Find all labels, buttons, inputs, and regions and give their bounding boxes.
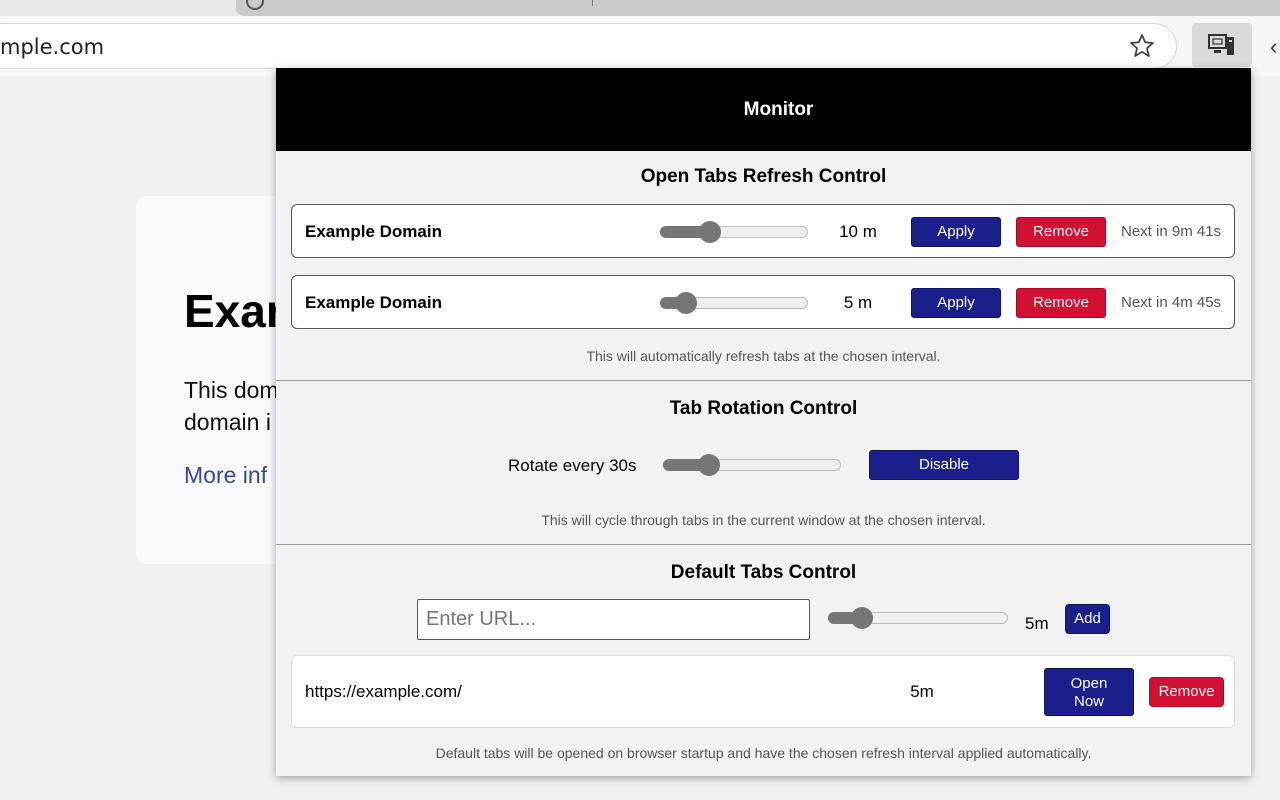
defaults-section-title: Default Tabs Control — [670, 562, 857, 583]
rotation-interval-slider[interactable] — [663, 454, 841, 476]
next-refresh-countdown: Next in 4m 45s — [1121, 294, 1222, 311]
refresh-interval-value: 5 m — [843, 293, 873, 312]
tab-favicon-icon — [246, 0, 264, 10]
rotation-disable-button[interactable]: Disable — [869, 450, 1019, 480]
apply-button[interactable]: Apply — [911, 288, 1001, 318]
url-input[interactable] — [417, 599, 810, 640]
refresh-row-name: Example Domain — [305, 293, 442, 312]
refresh-row: Example Domain 10 m Apply Remove Next in… — [291, 204, 1235, 258]
section-divider — [276, 544, 1251, 545]
default-tab-url: https://example.com/ — [305, 682, 462, 701]
page-title: Exar — [184, 285, 284, 337]
next-refresh-countdown: Next in 9m 41s — [1121, 223, 1222, 240]
default-interval-slider[interactable] — [828, 607, 1008, 629]
popup-header: Monitor — [276, 68, 1251, 151]
section-divider — [276, 380, 1251, 381]
open-now-label: Now — [1073, 693, 1104, 710]
add-default-tab-button[interactable]: Add — [1065, 604, 1110, 634]
refresh-row-name: Example Domain — [305, 222, 442, 241]
monitor-popup: Monitor Open Tabs Refresh Control Exampl… — [276, 68, 1251, 776]
open-now-button[interactable]: Open Now — [1044, 668, 1134, 716]
rotation-section-title: Tab Rotation Control — [669, 398, 858, 419]
refresh-interval-slider[interactable] — [660, 292, 808, 314]
refresh-interval-value: 10 m — [839, 222, 877, 241]
remove-button[interactable]: Remove — [1016, 288, 1106, 318]
refresh-interval-slider[interactable] — [660, 221, 808, 243]
more-info-link[interactable]: More inf — [184, 462, 267, 489]
default-tab-interval: 5m — [910, 682, 934, 701]
tab-separator — [592, 0, 593, 6]
rotation-label: Rotate every 30s — [508, 456, 637, 475]
slider-knob[interactable] — [698, 454, 720, 476]
bookmark-star-icon[interactable] — [1128, 32, 1156, 60]
refresh-row: Example Domain 5 m Apply Remove Next in … — [291, 275, 1235, 329]
default-interval-value: 5m — [1025, 614, 1049, 633]
address-bar-url[interactable]: mple.com — [0, 35, 104, 59]
slider-knob[interactable] — [851, 607, 873, 629]
browser-tab[interactable] — [236, 0, 1280, 16]
extension-button[interactable] — [1192, 23, 1252, 67]
address-bar[interactable] — [0, 23, 1177, 69]
more-icon[interactable]: ‹ — [1270, 34, 1277, 60]
monitor-extension-icon — [1208, 34, 1234, 55]
tab-strip — [0, 0, 1280, 16]
refresh-note: This will automatically refresh tabs at … — [586, 348, 941, 364]
rotation-note: This will cycle through tabs in the curr… — [541, 512, 986, 528]
popup-title: Monitor — [743, 99, 814, 120]
remove-button[interactable]: Remove — [1016, 217, 1106, 247]
default-tab-row: https://example.com/ 5m Open Now Remove — [291, 655, 1235, 728]
apply-button[interactable]: Apply — [911, 217, 1001, 247]
open-now-label: Open — [1070, 675, 1108, 692]
defaults-note: Default tabs will be opened on browser s… — [435, 745, 1092, 761]
slider-knob[interactable] — [675, 292, 697, 314]
remove-default-tab-button[interactable]: Remove — [1149, 677, 1224, 707]
slider-knob[interactable] — [699, 221, 721, 243]
refresh-section-title: Open Tabs Refresh Control — [640, 166, 887, 187]
